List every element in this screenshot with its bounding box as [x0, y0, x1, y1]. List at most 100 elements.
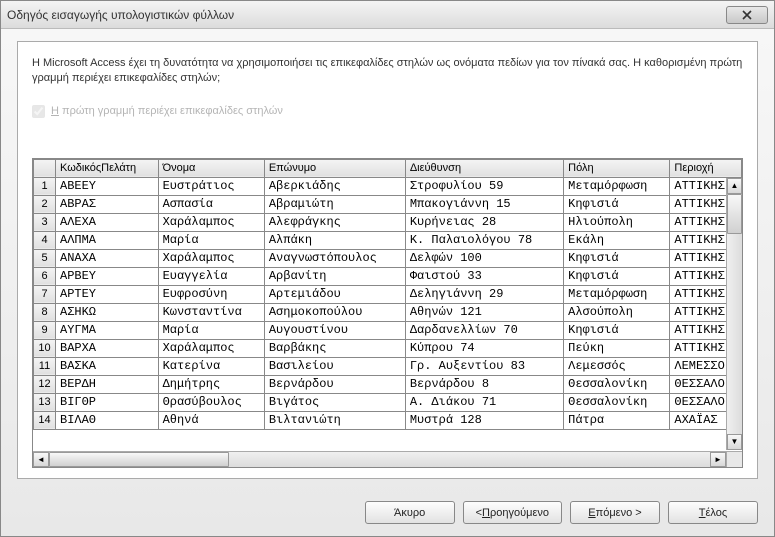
table-cell: Ευφροσύνη — [158, 285, 264, 303]
chevron-left-icon: ◄ — [37, 456, 45, 464]
vertical-scrollbar[interactable]: ▲ ▼ — [726, 178, 742, 450]
preview-table-scroll: ΚωδικόςΠελάτηΌνομαΕπώνυμοΔιεύθυνσηΠόληΠε… — [33, 159, 742, 467]
table-cell: Ηλιούπολη — [564, 213, 670, 231]
table-cell: ΒΑΡΧΑ — [56, 339, 159, 357]
row-number-cell: 7 — [34, 285, 56, 303]
scroll-right-arrow[interactable]: ► — [710, 452, 726, 467]
table-row[interactable]: 1ΑΒΕΕΥΕυστράτιοςΑβερκιάδηςΣτροφυλίου 59Μ… — [34, 177, 742, 195]
table-cell: Στροφυλίου 59 — [405, 177, 563, 195]
table-cell: Α. Διάκου 71 — [405, 393, 563, 411]
first-row-headers-label: Η πρώτη γραμμή περιέχει επικεφαλίδες στη… — [51, 105, 283, 117]
table-cell: Μαρία — [158, 231, 264, 249]
table-cell: Θεσσαλονίκη — [564, 393, 670, 411]
table-cell: Δημήτρης — [158, 375, 264, 393]
table-row[interactable]: 13ΒΙΓΘΡΘρασύβουλοςΒιγάτοςΑ. Διάκου 71Θεσ… — [34, 393, 742, 411]
chevron-up-icon: ▲ — [731, 182, 739, 190]
row-number-cell: 8 — [34, 303, 56, 321]
table-cell: Κωνσταντίνα — [158, 303, 264, 321]
table-cell: Βιλτανιώτη — [264, 411, 405, 429]
table-cell: ΑΡΤΕΥ — [56, 285, 159, 303]
table-row[interactable]: 7ΑΡΤΕΥΕυφροσύνηΑρτεμιάδουΔεληγιάννη 29Με… — [34, 285, 742, 303]
inner-panel: Η Microsoft Access έχει τη δυνατότητα να… — [17, 41, 758, 479]
table-cell: ΒΙΓΘΡ — [56, 393, 159, 411]
table-cell: Κηφισιά — [564, 321, 670, 339]
first-row-headers-checkbox[interactable] — [32, 105, 45, 118]
table-cell: ΒΑΣΚΑ — [56, 357, 159, 375]
scroll-up-arrow[interactable]: ▲ — [727, 178, 742, 194]
vertical-scroll-thumb[interactable] — [727, 194, 742, 234]
wizard-window: Οδηγός εισαγωγής υπολογιστικών φύλλων Η … — [0, 0, 775, 537]
table-row[interactable]: 10ΒΑΡΧΑΧαράλαμποςΒαρβάκηςΚύπρου 74ΠεύκηΑ… — [34, 339, 742, 357]
table-row[interactable]: 9ΑΥΓΜΑΜαρίαΑυγουστίνουΔαρδανελλίων 70Κηφ… — [34, 321, 742, 339]
table-cell: Πάτρα — [564, 411, 670, 429]
table-cell: Αλπάκη — [264, 231, 405, 249]
row-number-cell: 5 — [34, 249, 56, 267]
table-cell: Φαιστού 33 — [405, 267, 563, 285]
column-header[interactable]: Επώνυμο — [264, 159, 405, 177]
column-header[interactable]: Διεύθυνση — [405, 159, 563, 177]
back-button[interactable]: < Προηγούμενο — [463, 501, 562, 524]
column-header[interactable]: ΚωδικόςΠελάτη — [56, 159, 159, 177]
table-row[interactable]: 4ΑΛΠΜΑΜαρίαΑλπάκηΚ. Παλαιολόγου 78ΕκάληΑ… — [34, 231, 742, 249]
table-row[interactable]: 3ΑΛΕΧΑΧαράλαμποςΑλεφράγκηςΚυρήνειας 28Ηλ… — [34, 213, 742, 231]
table-cell: Βερνάρδου 8 — [405, 375, 563, 393]
table-cell: Αθηνών 121 — [405, 303, 563, 321]
table-row[interactable]: 14ΒΙΛΑΘΑθηνάΒιλτανιώτηΜυστρά 128ΠάτραΑΧΑ… — [34, 411, 742, 429]
table-cell: Εκάλη — [564, 231, 670, 249]
table-row[interactable]: 2ΑΒΡΑΣΑσπασίαΑβραμιώτηΜπακογιάννη 15Κηφι… — [34, 195, 742, 213]
table-cell: Αρτεμιάδου — [264, 285, 405, 303]
preview-table-wrap: ΚωδικόςΠελάτηΌνομαΕπώνυμοΔιεύθυνσηΠόληΠε… — [32, 158, 743, 468]
table-row[interactable]: 11ΒΑΣΚΑΚατερίναΒασιλείουΓρ. Αυξεντίου 83… — [34, 357, 742, 375]
table-cell: Δελφών 100 — [405, 249, 563, 267]
close-button[interactable] — [726, 6, 768, 24]
column-header[interactable]: Πόλη — [564, 159, 670, 177]
row-number-cell: 2 — [34, 195, 56, 213]
table-cell: Βερνάρδου — [264, 375, 405, 393]
row-number-cell: 14 — [34, 411, 56, 429]
row-number-cell: 11 — [34, 357, 56, 375]
table-body: 1ΑΒΕΕΥΕυστράτιοςΑβερκιάδηςΣτροφυλίου 59Μ… — [34, 177, 742, 429]
table-cell: ΑΥΓΜΑ — [56, 321, 159, 339]
row-number-cell: 6 — [34, 267, 56, 285]
scroll-left-arrow[interactable]: ◄ — [33, 452, 49, 467]
table-cell: Αβραμιώτη — [264, 195, 405, 213]
table-cell: Αυγουστίνου — [264, 321, 405, 339]
row-number-cell: 9 — [34, 321, 56, 339]
wizard-button-row: Άκυρο < Προηγούμενο Επόμενο > Τέλος — [1, 491, 774, 536]
row-number-cell: 4 — [34, 231, 56, 249]
table-cell: Αλσούπολη — [564, 303, 670, 321]
table-row[interactable]: 12ΒΕΡΔΗΔημήτρηςΒερνάρδουΒερνάρδου 8Θεσσα… — [34, 375, 742, 393]
scroll-corner — [726, 451, 742, 467]
table-cell: Χαράλαμπος — [158, 213, 264, 231]
first-row-headers-checkbox-row: Η πρώτη γραμμή περιέχει επικεφαλίδες στη… — [32, 105, 743, 118]
table-cell: ΒΕΡΔΗ — [56, 375, 159, 393]
horizontal-scroll-track[interactable] — [229, 452, 710, 467]
table-cell: ΒΙΛΑΘ — [56, 411, 159, 429]
window-title: Οδηγός εισαγωγής υπολογιστικών φύλλων — [7, 8, 234, 22]
table-cell: Χαράλαμπος — [158, 339, 264, 357]
table-cell: Μεταμόρφωση — [564, 285, 670, 303]
finish-button[interactable]: Τέλος — [668, 501, 758, 524]
chevron-down-icon: ▼ — [731, 438, 739, 446]
table-cell: Ασπασία — [158, 195, 264, 213]
row-number-header — [34, 159, 56, 177]
horizontal-scrollbar[interactable]: ◄ ► — [33, 451, 726, 467]
table-cell: Αβερκιάδης — [264, 177, 405, 195]
next-button[interactable]: Επόμενο > — [570, 501, 660, 524]
table-cell: Θεσσαλονίκη — [564, 375, 670, 393]
table-cell: Δαρδανελλίων 70 — [405, 321, 563, 339]
table-cell: Μαρία — [158, 321, 264, 339]
column-header[interactable]: Όνομα — [158, 159, 264, 177]
table-cell: Μεταμόρφωση — [564, 177, 670, 195]
content-area: Η Microsoft Access έχει τη δυνατότητα να… — [1, 29, 774, 491]
table-cell: Θρασύβουλος — [158, 393, 264, 411]
horizontal-scroll-thumb[interactable] — [49, 452, 229, 467]
table-row[interactable]: 5ΑΝΑΧΑΧαράλαμποςΑναγνωστόπουλοςΔελφών 10… — [34, 249, 742, 267]
scroll-down-arrow[interactable]: ▼ — [727, 434, 742, 450]
column-header[interactable]: Περιοχή — [670, 159, 742, 177]
table-cell: Κηφισιά — [564, 249, 670, 267]
table-row[interactable]: 6ΑΡΒΕΥΕυαγγελίαΑρβανίτηΦαιστού 33Κηφισιά… — [34, 267, 742, 285]
vertical-scroll-track[interactable] — [727, 234, 742, 434]
cancel-button[interactable]: Άκυρο — [365, 501, 455, 524]
table-row[interactable]: 8ΑΣΗΚΩΚωνσταντίναΑσημοκοπούλουΑθηνών 121… — [34, 303, 742, 321]
